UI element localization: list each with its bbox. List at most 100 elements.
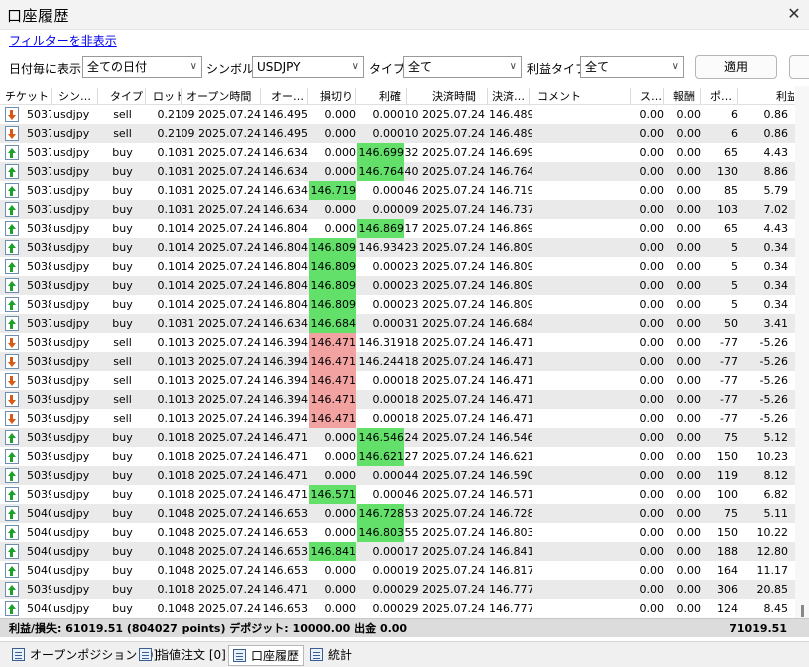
cell-ticket: 5038: [27, 355, 51, 368]
column-header[interactable]: ス…: [640, 88, 664, 104]
cell-close-price: 146.728: [489, 507, 532, 520]
cell-type: buy: [112, 526, 133, 539]
table-row[interactable]: 5038usdjpy sell 0.102025.07.24 17:13146.39…: [0, 371, 795, 390]
table-row[interactable]: 5039usdjpy buy 0.102025.07.24 17:18146.471…: [0, 447, 795, 466]
cell-sl: 0.000: [324, 450, 357, 463]
column-header[interactable]: 決済…: [492, 88, 530, 104]
table-row[interactable]: 5040usdjpy buy 0.102025.07.24 17:48146.653…: [0, 523, 795, 542]
table-row[interactable]: 5037usdjpy buy 0.102025.07.24 15:31146.634…: [0, 314, 795, 333]
cell-open-price: 146.471: [262, 488, 309, 501]
table-row[interactable]: 5037usdjpy buy 0.102025.07.24 15:31146.634…: [0, 200, 795, 219]
cell-ticket: 5038: [27, 241, 51, 254]
tab-label: 指値注文 [0]: [157, 648, 226, 662]
table-row[interactable]: 5039usdjpy sell 0.102025.07.24 17:13146.39…: [0, 390, 795, 409]
table-row[interactable]: 5039usdjpy buy 0.102025.07.24 17:18146.471…: [0, 485, 795, 504]
cell-symbol: usdjpy: [53, 336, 90, 349]
column-header[interactable]: ロット: [153, 88, 182, 104]
cell-tp: 146.728: [357, 504, 404, 523]
extra-button[interactable]: [789, 55, 809, 79]
cell-ticket: 5039: [27, 450, 51, 463]
column-header[interactable]: 報酬: [673, 88, 701, 104]
table-row[interactable]: 5040usdjpy buy 0.102025.07.24 17:48146.653…: [0, 542, 795, 561]
cell-type: buy: [112, 317, 133, 330]
cell-tp: 0.000: [372, 488, 405, 501]
cell-symbol: usdjpy: [53, 602, 90, 615]
scrollbar-thumb[interactable]: [801, 605, 804, 617]
type-filter-select[interactable]: 全て ∨: [403, 56, 522, 78]
cell-swap: 0.00: [639, 564, 665, 577]
sell-arrow-icon: [5, 392, 19, 407]
sell-arrow-icon: [5, 411, 19, 426]
hide-filter-link[interactable]: フィルターを非表示: [9, 32, 117, 49]
cell-swap: 0.00: [639, 298, 665, 311]
table-row[interactable]: 5037usdjpy buy 0.102025.07.24 15:31146.634…: [0, 181, 795, 200]
tab-statistics[interactable]: 統計: [306, 645, 356, 666]
cell-tp: 0.000: [372, 564, 405, 577]
chevron-down-icon: ∨: [189, 61, 197, 72]
cell-open-price: 146.634: [262, 165, 309, 178]
cell-open-price: 146.394: [262, 374, 309, 387]
table-row[interactable]: 5039usdjpy sell 0.102025.07.24 17:13146.39…: [0, 409, 795, 428]
cell-open-price: 146.653: [262, 602, 309, 615]
column-header[interactable]: ポ…: [710, 88, 738, 104]
cell-close-time: 2025.07.24 16:23: [404, 241, 485, 254]
table-row[interactable]: 5037usdjpy sell 0.212025.07.24 15:09146.49…: [0, 124, 795, 143]
table-row[interactable]: 5037usdjpy sell 0.212025.07.24 15:09146.49…: [0, 105, 795, 124]
table-row[interactable]: 5039usdjpy buy 0.102025.07.24 17:18146.471…: [0, 580, 795, 599]
table-row[interactable]: 5038usdjpy sell 0.102025.07.24 17:13146.39…: [0, 333, 795, 352]
column-header[interactable]: コメント: [537, 88, 631, 104]
cell-open-time: 2025.07.24 16:14: [182, 260, 261, 273]
cell-fee: 0.00: [676, 602, 702, 615]
table-row[interactable]: 5039usdjpy buy 0.102025.07.24 17:18146.471…: [0, 428, 795, 447]
column-header[interactable]: オープン時間: [186, 88, 261, 104]
sell-arrow-icon: [5, 335, 19, 350]
date-filter-select[interactable]: 全ての日付 ∨: [82, 56, 202, 78]
cell-comment: [533, 314, 630, 333]
column-header[interactable]: タイプ: [110, 88, 146, 104]
column-header[interactable]: 利確: [379, 88, 407, 104]
cell-type: buy: [112, 241, 133, 254]
cell-ticket: 5039: [27, 412, 51, 425]
tab-open-positions[interactable]: オープンポジション [0]: [8, 645, 158, 666]
cell-type: buy: [112, 279, 133, 292]
vertical-scrollbar[interactable]: [795, 86, 809, 618]
cell-profit: 0.34: [763, 241, 789, 254]
column-header[interactable]: 利益: [776, 88, 794, 104]
cell-tp: 0.000: [372, 393, 405, 406]
profit-type-filter-select[interactable]: 全て ∨: [580, 56, 684, 78]
buy-arrow-icon: [5, 449, 19, 464]
table-row[interactable]: 5038usdjpy buy 0.102025.07.24 16:14146.804…: [0, 295, 795, 314]
column-header[interactable]: シン…: [58, 88, 98, 104]
cell-swap: 0.00: [639, 412, 665, 425]
cell-open-price: 146.804: [262, 260, 309, 273]
symbol-filter-select[interactable]: USDJPY ∨: [252, 56, 364, 78]
cell-tp: 146.319: [358, 336, 405, 349]
orders-icon: [139, 648, 152, 661]
cell-comment: [533, 333, 630, 352]
column-header[interactable]: チケット: [5, 88, 52, 104]
cell-ticket: 5037: [27, 127, 51, 140]
cell-fee: 0.00: [676, 469, 702, 482]
cell-close-time: 2025.07.24 15:10: [404, 108, 485, 121]
table-row[interactable]: 5039usdjpy buy 0.102025.07.24 17:18146.471…: [0, 466, 795, 485]
column-header[interactable]: 決済時間: [432, 88, 488, 104]
table-row[interactable]: 5038usdjpy buy 0.102025.07.24 16:14146.804…: [0, 238, 795, 257]
apply-button[interactable]: 適用: [695, 55, 777, 79]
cell-tp: 0.000: [372, 412, 405, 425]
table-row[interactable]: 5038usdjpy buy 0.102025.07.24 16:14146.804…: [0, 219, 795, 238]
table-row[interactable]: 5038usdjpy buy 0.102025.07.24 16:14146.804…: [0, 257, 795, 276]
table-row[interactable]: 5040usdjpy buy 0.102025.07.24 17:48146.653…: [0, 504, 795, 523]
column-header[interactable]: 損切り: [320, 88, 356, 104]
table-row[interactable]: 5037usdjpy buy 0.102025.07.24 15:31146.634…: [0, 143, 795, 162]
cell-fee: 0.00: [676, 279, 702, 292]
table-row[interactable]: 5038usdjpy buy 0.102025.07.24 16:14146.804…: [0, 276, 795, 295]
table-row[interactable]: 5040usdjpy buy 0.102025.07.24 17:48146.653…: [0, 561, 795, 580]
tab-pending-orders[interactable]: 指値注文 [0]: [135, 645, 226, 666]
table-row[interactable]: 5038usdjpy sell 0.102025.07.24 17:13146.39…: [0, 352, 795, 371]
close-icon[interactable]: ✕: [779, 0, 809, 30]
column-header[interactable]: オー…: [271, 88, 308, 104]
tab-account-history[interactable]: 口座履歴: [228, 645, 304, 666]
cell-ticket: 5037: [27, 165, 51, 178]
table-row[interactable]: 5037usdjpy buy 0.102025.07.24 15:31146.634…: [0, 162, 795, 181]
table-row[interactable]: 5040usdjpy buy 0.102025.07.24 17:48146.653…: [0, 599, 795, 617]
